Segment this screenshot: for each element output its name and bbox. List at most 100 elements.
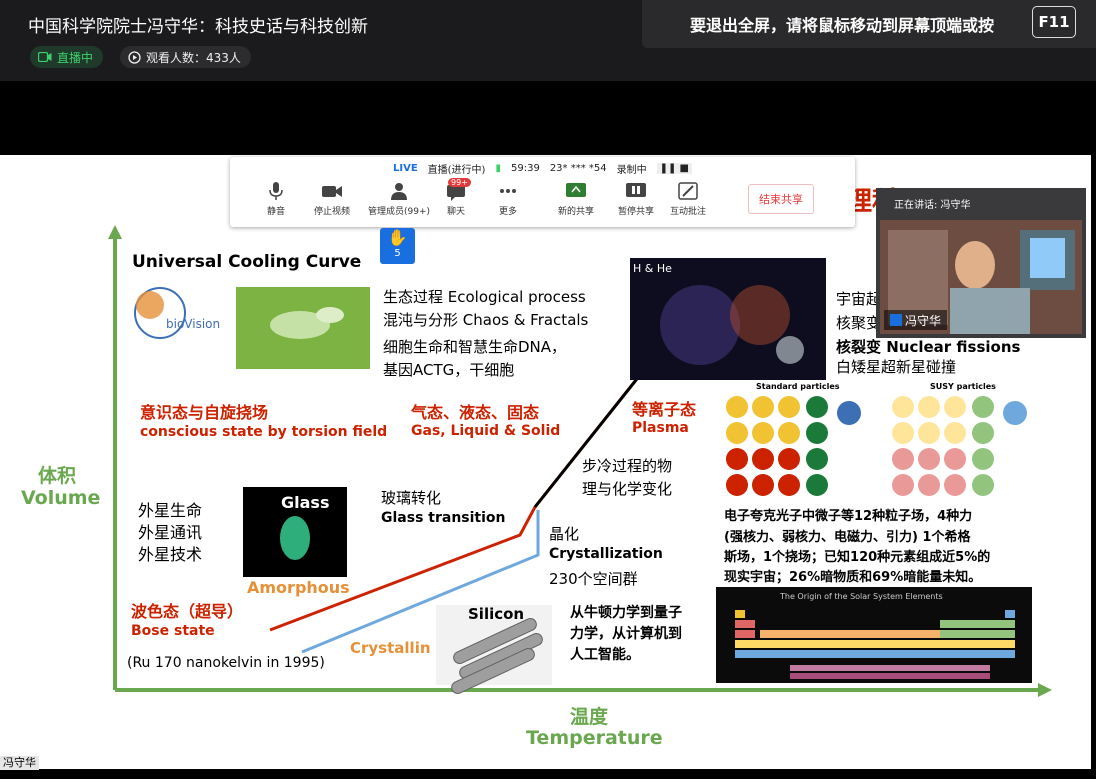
- more-button[interactable]: 更多: [478, 181, 538, 217]
- susy-particles-label: SUSY particles: [930, 382, 996, 391]
- alien-line-1: 外星生命: [138, 501, 203, 520]
- cryst-cn: 晶化: [549, 525, 580, 543]
- ru-note: (Ru 170 nanokelvin in 1995): [127, 655, 325, 671]
- live-badge: 直播中: [30, 46, 104, 68]
- slide-title: Universal Cooling Curve: [132, 252, 362, 272]
- exit-hint: 要退出全屏，请将鼠标移动到屏幕顶端或按: [690, 16, 995, 35]
- bose-en: Bose state: [131, 623, 215, 639]
- stop-video-button[interactable]: 停止视频: [302, 181, 362, 217]
- speaker-name-tag: 冯守华: [884, 310, 948, 330]
- cryst-en: Crystallization: [549, 546, 663, 562]
- plasma-cn: 等离子态: [632, 400, 697, 419]
- microphone-icon: [269, 182, 283, 200]
- process-line-1: 步冷过程的物: [582, 457, 673, 475]
- meeting-timer: 59:39: [510, 162, 540, 174]
- newton-line-3: 人工智能。: [570, 647, 640, 663]
- speaker-name: 冯守华: [905, 313, 942, 328]
- forces-line-4: 现实宇宙；26%暗物质和69%暗能量未知。: [724, 570, 982, 585]
- forces-line-1: 电子夸克光子中微子等12种粒子场，4种力: [724, 509, 973, 524]
- eco-line-3: 细胞生命和智慧生命DNA，: [383, 338, 567, 356]
- more-dots-icon: [500, 189, 516, 193]
- speaker-panel[interactable]: 正在讲话: 冯守华 冯守华: [876, 188, 1086, 338]
- newton-line-2: 力学，从计算机到: [570, 626, 682, 642]
- pause-share-label: 暂停共享: [617, 207, 654, 217]
- chat-label: 聊天: [446, 207, 465, 217]
- f11-key[interactable]: F11: [1032, 6, 1076, 38]
- live-label: 直播中: [57, 50, 94, 65]
- stop-video-label: 停止视频: [313, 207, 350, 217]
- periodic-title: The Origin of the Solar System Elements: [780, 592, 943, 601]
- user-icon: [890, 314, 902, 326]
- live-status: 直播(进行中): [427, 164, 486, 176]
- conscious-en: conscious state by torsion field: [140, 424, 388, 440]
- glass-label: Glass: [281, 493, 330, 512]
- chat-badge: 99+: [448, 178, 471, 187]
- universe-line-2: 核聚变: [836, 314, 882, 332]
- universe-line-3: 核裂变 Nuclear fissions: [836, 338, 1021, 356]
- more-label: 更多: [498, 207, 517, 217]
- signal-icon: ▮: [495, 162, 501, 174]
- live-indicator: LIVE: [392, 162, 418, 174]
- hand-icon: ✋: [387, 228, 408, 247]
- chat-button[interactable]: 聊天 99+: [426, 178, 486, 217]
- annotate-button[interactable]: 互动批注: [658, 181, 718, 217]
- eco-line-2: 混沌与分形 Chaos & Fractals: [383, 311, 589, 329]
- logo-text: bioVision: [166, 317, 221, 331]
- std-particles-label: Standard particles: [756, 382, 840, 391]
- annotate-label: 互动批注: [669, 207, 706, 217]
- alien-line-3: 外星技术: [138, 545, 203, 564]
- mute-label: 静音: [266, 207, 285, 217]
- members-label: 管理成员(99+): [367, 207, 431, 217]
- raised-hand-count: 5: [394, 248, 401, 259]
- newton-line-1: 从牛顿力学到量子: [570, 605, 682, 621]
- stream-title: 中国科学院院士冯守华：科技史话与科技创新: [28, 17, 368, 37]
- bottom-presenter-name: 冯守华: [0, 756, 39, 770]
- eco-line-1: 生态过程 Ecological process: [383, 288, 586, 306]
- glass-transition-cn: 玻璃转化: [381, 489, 442, 507]
- y-axis-arrow: [108, 225, 122, 239]
- raised-hand-indicator[interactable]: ✋ 5: [380, 228, 415, 264]
- play-icon: [128, 50, 141, 64]
- video-camera-icon: [322, 186, 342, 197]
- volume-cn: 体积: [38, 465, 77, 487]
- silicon-label: Silicon: [468, 605, 525, 623]
- fullscreen-exit-banner: 要退出全屏，请将鼠标移动到屏幕顶端或按 F11: [642, 0, 1096, 48]
- susy-particles-grid: [892, 396, 1027, 496]
- temperature-cn: 温度: [570, 706, 609, 728]
- pen-icon: [678, 182, 698, 200]
- alien-line-2: 外星通讯: [138, 523, 203, 542]
- eco-line-4: 基因ACTG，干细胞: [383, 361, 515, 379]
- forces-line-2: (强核力、弱核力、电磁力、引力) 1个希格: [724, 530, 971, 545]
- plasma-en: Plasma: [632, 420, 689, 436]
- mute-button[interactable]: 静音: [246, 181, 306, 217]
- speaking-label: 正在讲话: 冯守华: [894, 199, 971, 211]
- crystallin-label: Crystallin: [350, 639, 431, 657]
- pause-share-button[interactable]: 暂停共享: [606, 181, 666, 217]
- viewer-count-badge: 观看人数：433人: [120, 46, 251, 68]
- x-axis-arrow: [1038, 683, 1052, 697]
- cryst-groups: 230个空间群: [549, 570, 638, 588]
- manage-members-button[interactable]: 管理成员(99+): [366, 181, 432, 217]
- share-screen-icon: [566, 183, 586, 197]
- viewer-count: 观看人数：433人: [146, 50, 241, 65]
- standard-particles-grid: [726, 396, 861, 496]
- universe-line-4: 白矮星超新星碰撞: [836, 358, 957, 376]
- glass-transition-en: Glass transition: [381, 510, 506, 526]
- pause-icon: [626, 183, 646, 197]
- process-line-2: 理与化学变化: [582, 480, 673, 498]
- hhe-label: H & He: [633, 262, 672, 275]
- new-share-label: 新的共享: [557, 207, 594, 217]
- member-icon: [391, 183, 407, 200]
- recording-status: 录制中: [616, 164, 647, 176]
- meeting-id: 23* *** *54: [549, 162, 607, 174]
- bose-cn: 波色态（超导）: [131, 602, 244, 621]
- gas-cn: 气态、液态、固态: [411, 403, 540, 422]
- new-share-button[interactable]: 新的共享: [546, 181, 606, 217]
- recording-controls-icon[interactable]: ❚❚ ■: [656, 162, 693, 174]
- amorphous-label: Amorphous: [247, 578, 350, 597]
- universe-line-1: 宇宙起: [836, 290, 882, 308]
- end-share-button[interactable]: 结束共享: [748, 184, 814, 214]
- meeting-status-row: LIVE 直播(进行中) ▮ 59:39 23* *** *54 录制中 ❚❚ …: [230, 159, 855, 177]
- live-camera-icon: [38, 52, 52, 62]
- forces-line-3: 斯场，1个挠场；已知120种元素组成近5%的: [724, 550, 991, 565]
